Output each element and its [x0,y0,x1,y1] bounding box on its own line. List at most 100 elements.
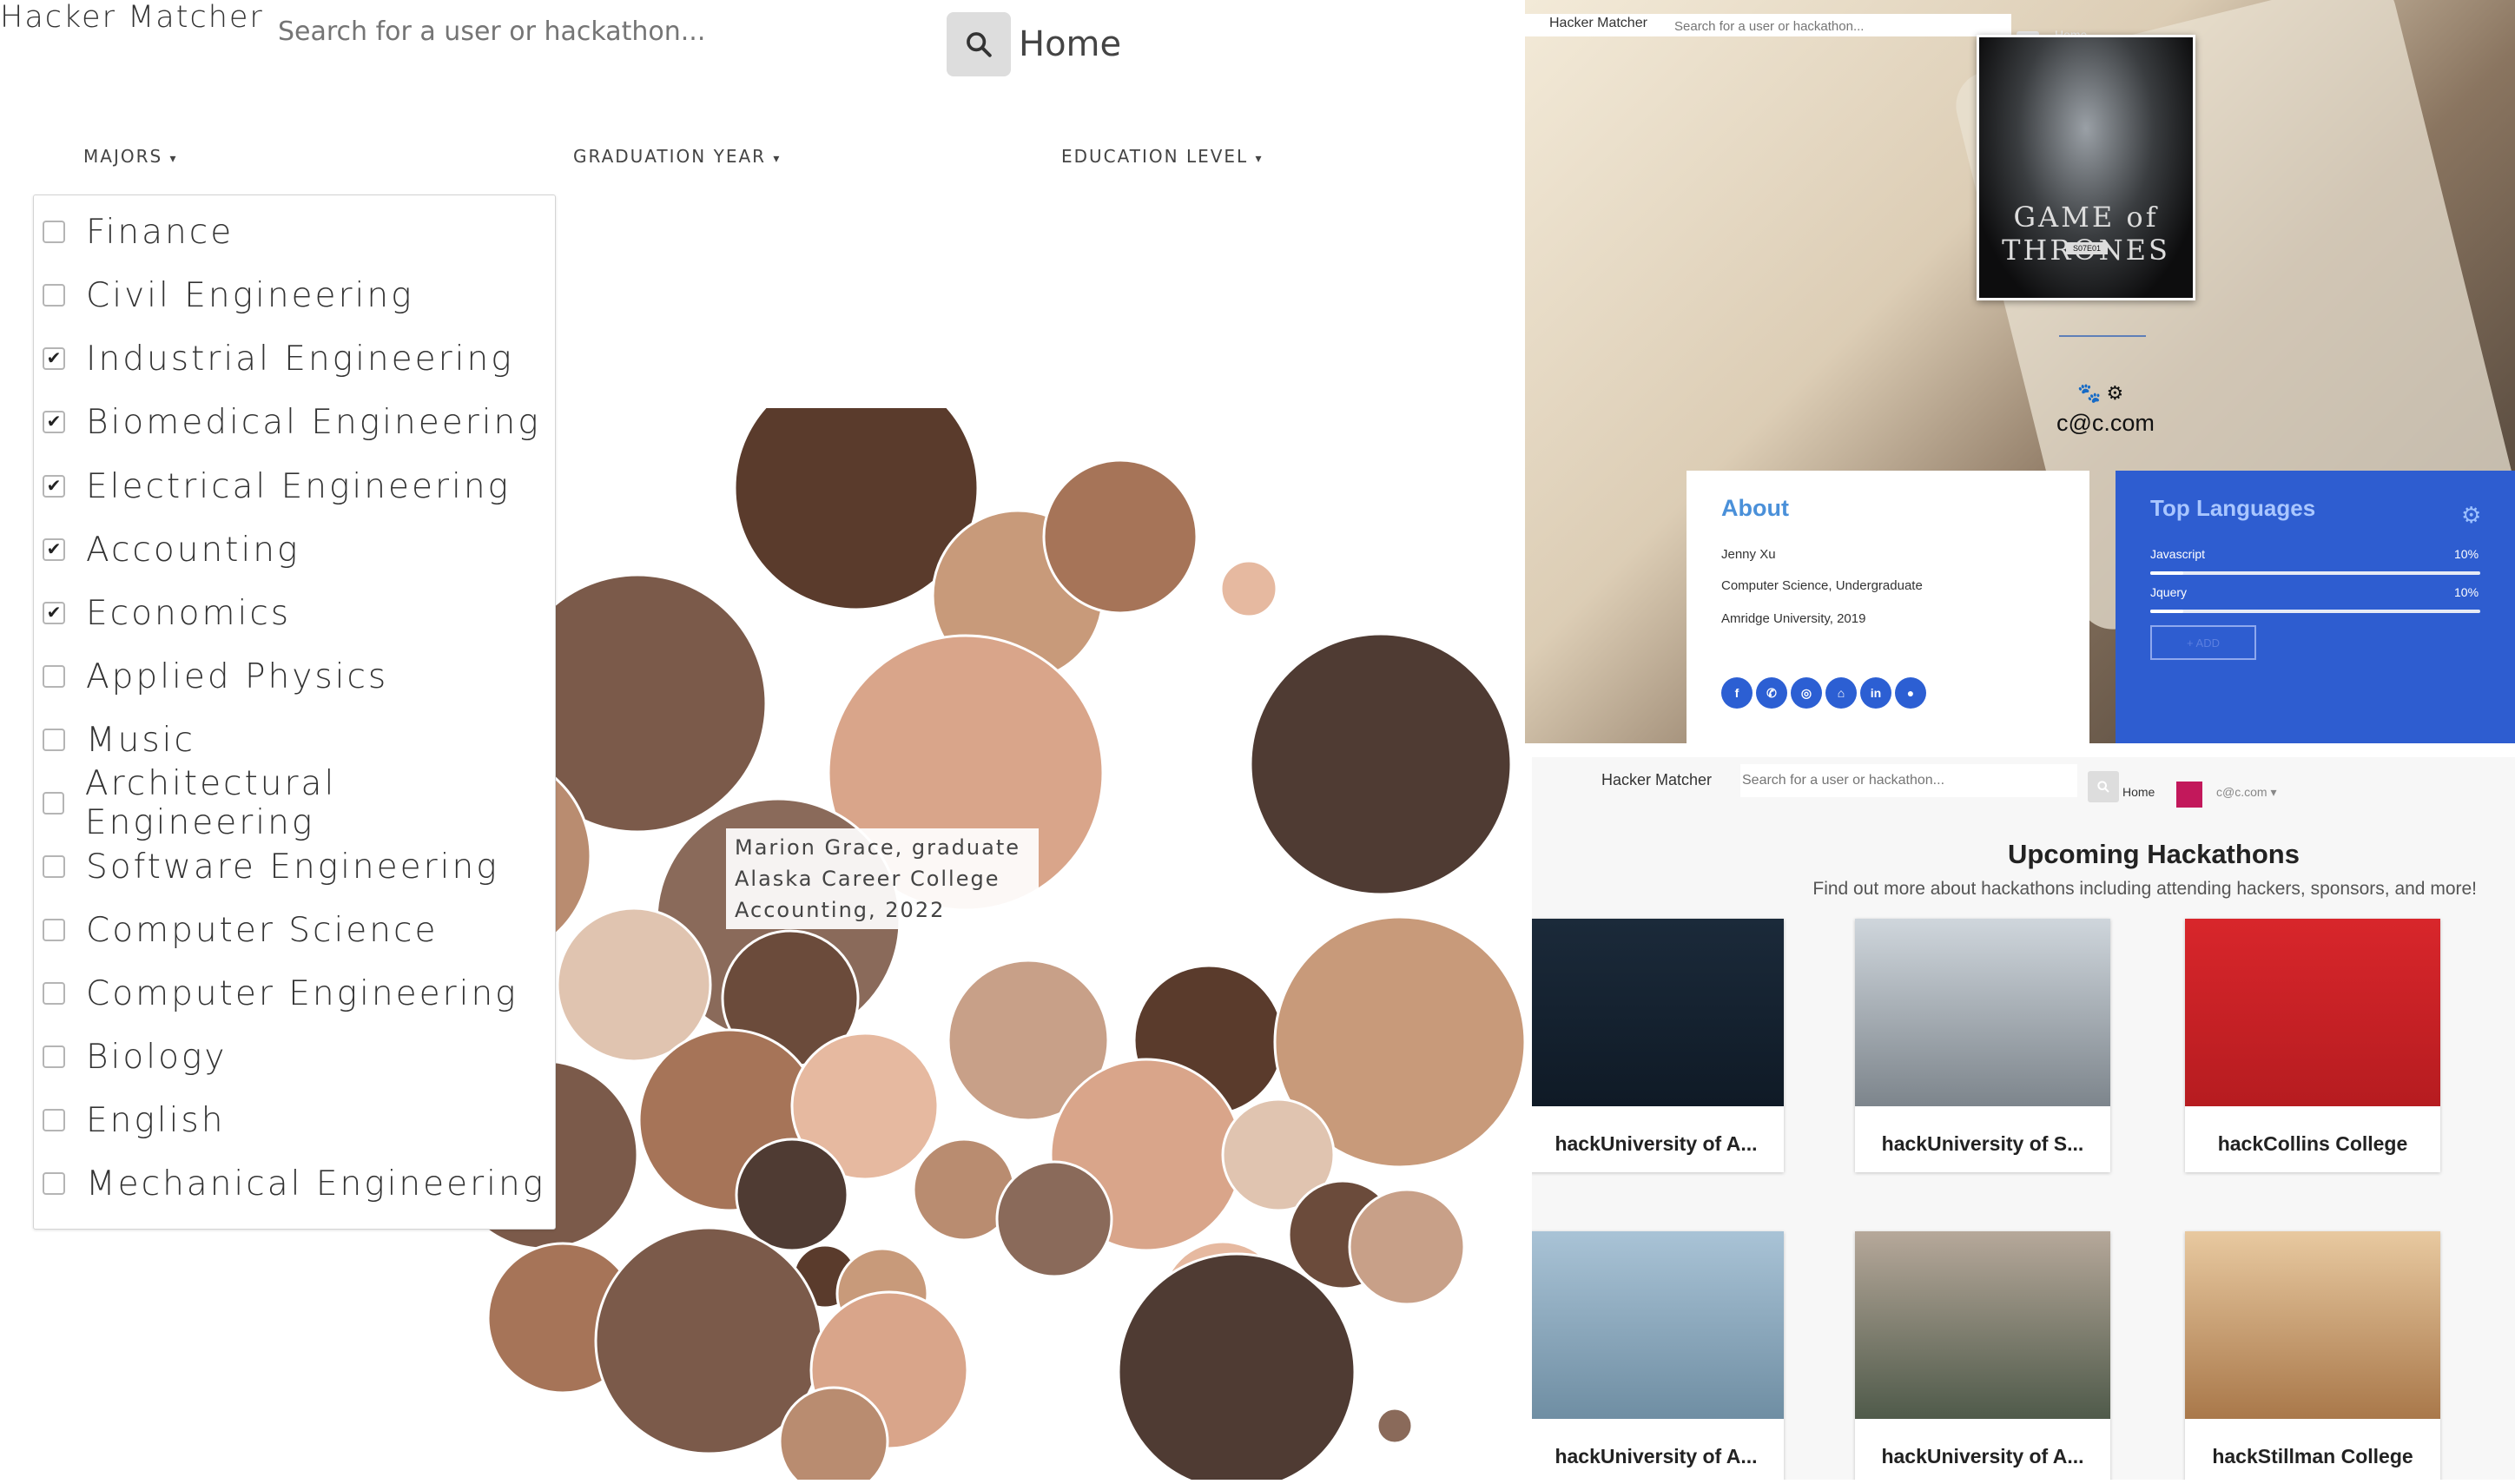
tooltip-line-1: Marion Grace, graduate [735,835,1020,860]
brand-logo[interactable]: Hacker Matcher [0,0,264,35]
major-label: Finance [86,212,234,252]
about-school: Amridge University, 2019 [1721,611,1866,626]
major-label: Software Engineering [86,847,499,887]
about-card: About Jenny Xu Computer Science, Undergr… [1687,471,2089,743]
user-menu[interactable]: c@c.com ▾ [2216,785,2276,800]
checkbox[interactable] [43,665,65,688]
checkbox[interactable] [43,284,65,307]
checkbox[interactable] [43,982,65,1005]
user-avatar-bubble[interactable] [1042,458,1198,615]
user-avatar-bubble[interactable] [735,1138,849,1252]
checkbox[interactable] [43,221,65,243]
major-option-computer-engineering[interactable]: Computer Engineering [34,967,518,1019]
major-label: Industrial Engineering [86,339,514,379]
bubble-chart [380,365,1527,1484]
instagram-icon[interactable]: ◎ [1791,677,1822,709]
user-avatar-bubble[interactable] [1117,1252,1357,1484]
user-avatar-bubble[interactable] [995,1160,1113,1278]
brand-logo[interactable]: Hacker Matcher [1601,771,1712,789]
hackathon-card[interactable]: hackCollins College [2185,919,2440,1172]
language-bar [2150,571,2480,575]
major-option-industrial-engineering[interactable]: ✔ Industrial Engineering [34,333,514,385]
hackathon-card[interactable]: hackUniversity of S... [1855,919,2110,1172]
major-option-biology[interactable]: Biology [34,1031,227,1083]
linkedin-icon[interactable]: in [1860,677,1891,709]
search-input[interactable] [1673,16,1997,36]
gear-icon[interactable]: ⚙ [2107,382,2124,404]
search-button[interactable] [2088,771,2119,802]
hackathon-card[interactable]: hackUniversity of A... [1532,919,1784,1172]
top-languages-card: Top Languages ⚙ Javascript 10% Jquery 10… [2116,471,2515,743]
hackathon-card[interactable]: hackUniversity of A... [1855,1231,2110,1480]
major-option-biomedical-engineering[interactable]: ✔ Biomedical Engineering [34,396,541,448]
major-option-finance[interactable]: Finance [34,206,234,258]
checkbox[interactable] [43,1045,65,1068]
major-option-civil-engineering[interactable]: Civil Engineering [34,269,414,321]
major-option-accounting[interactable]: ✔ Accounting [34,524,300,576]
language-bar-fill [2150,610,2183,613]
checkbox[interactable] [43,1109,65,1131]
major-option-english[interactable]: English [34,1094,225,1146]
brand-logo[interactable]: Hacker Matcher [1549,16,1647,31]
facebook-icon[interactable]: f [1721,677,1753,709]
search-button[interactable] [947,12,1011,76]
education-level-dropdown[interactable]: EDUCATION LEVEL ▾ [1061,146,1264,167]
phone-icon[interactable]: ✆ [1756,677,1787,709]
major-label: Civil Engineering [86,275,414,315]
user-avatar-bubble[interactable] [778,1386,889,1484]
user-avatar-bubble[interactable] [1219,559,1278,618]
checkbox[interactable] [43,855,65,878]
checkbox[interactable]: ✔ [43,411,65,433]
hackathon-image [2185,1231,2440,1419]
cover-subtitle: S07E01 [2066,242,2108,254]
hackathon-image [1532,919,1784,1106]
major-option-electrical-engineering[interactable]: ✔ Electrical Engineering [34,460,511,512]
checkbox[interactable] [43,729,65,751]
github-icon[interactable]: ⌂ [1825,677,1857,709]
checkbox[interactable] [43,1172,65,1195]
profile-email: c@c.com [2056,410,2155,436]
profile-panel: Hacker Matcher Home GAME of THRONES S07E… [1525,0,2515,743]
major-label: Computer Science [86,910,439,950]
search-input[interactable] [1740,764,2077,797]
hackathon-card[interactable]: hackStillman College [2185,1231,2440,1480]
major-label: Computer Engineering [86,973,518,1013]
major-option-music[interactable]: Music [34,714,195,766]
hackathon-name: hackUniversity of S... [1881,1132,2084,1155]
major-label: Applied Physics [86,656,389,696]
paw-icon[interactable]: 🐾 [2077,382,2101,404]
checkbox[interactable] [43,792,64,815]
home-link[interactable]: Home [1019,24,1121,64]
user-avatar-bubble[interactable] [1376,1407,1414,1445]
major-option-applied-physics[interactable]: Applied Physics [34,650,388,702]
home-link[interactable]: Home [2122,785,2155,799]
user-icon[interactable]: ● [1895,677,1926,709]
caret-down-icon: ▾ [2270,785,2277,799]
checkbox[interactable]: ✔ [43,347,65,370]
user-avatar-bubble[interactable] [1249,632,1513,896]
major-option-architectural-engineering[interactable]: Architectural Engineering [34,764,555,842]
major-option-computer-science[interactable]: Computer Science [34,904,438,956]
checkbox[interactable] [43,919,65,941]
hackathon-name: hackUniversity of A... [1555,1132,1758,1155]
user-email: c@c.com [2216,785,2267,799]
language-percent: 10% [2454,585,2479,599]
checkbox[interactable]: ✔ [43,602,65,624]
page-title: Upcoming Hackathons [2008,839,2300,869]
graduation-year-dropdown[interactable]: GRADUATION YEAR ▾ [573,146,781,167]
user-avatar-bubble[interactable] [1348,1188,1466,1306]
major-option-economics[interactable]: ✔ Economics [34,587,291,639]
major-option-mechanical-engineering[interactable]: Mechanical Engineering [34,1158,545,1210]
search-input[interactable] [276,9,922,54]
add-language-button[interactable]: + ADD [2150,625,2256,660]
gear-icon[interactable]: ⚙ [2461,502,2481,529]
caret-down-icon: ▾ [773,152,782,166]
hackathon-card[interactable]: hackUniversity of A... [1532,1231,1784,1480]
user-avatar-bubble[interactable] [556,907,712,1063]
major-option-software-engineering[interactable]: Software Engineering [34,841,499,893]
caret-down-icon: ▾ [169,152,178,166]
avatar[interactable] [2176,782,2202,808]
majors-dropdown[interactable]: MAJORS ▾ [83,146,178,167]
checkbox[interactable]: ✔ [43,538,65,561]
checkbox[interactable]: ✔ [43,475,65,498]
